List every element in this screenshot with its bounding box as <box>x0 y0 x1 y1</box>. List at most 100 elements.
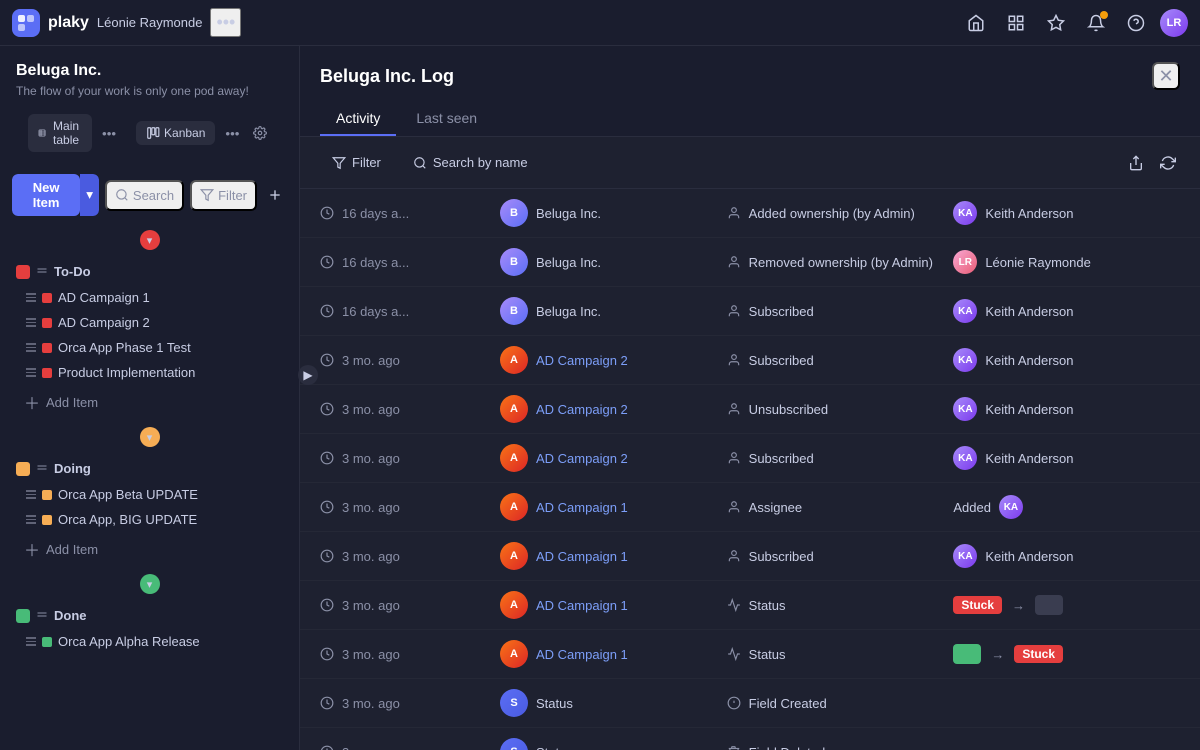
user-avatar-sm: LR <box>953 250 977 274</box>
panel-close-button[interactable]: ✕ <box>1152 62 1180 90</box>
item-color-indicator <box>42 343 52 353</box>
entity-name-link[interactable]: AD Campaign 2 <box>536 451 628 466</box>
settings-btn[interactable] <box>249 122 271 144</box>
log-row: 16 days a... B Beluga Inc. Subscribed KA… <box>300 287 1200 336</box>
list-item[interactable]: AD Campaign 1 <box>16 285 291 310</box>
entity-avatar: A <box>500 346 528 374</box>
notifications-icon-btn[interactable] <box>1080 7 1112 39</box>
log-filter-button[interactable]: Filter <box>320 149 393 176</box>
log-action: Field Deleted <box>727 745 954 750</box>
drag-handle-icon <box>26 515 36 524</box>
current-user-name: Léonie Raymonde <box>97 15 203 30</box>
item-color-indicator <box>42 318 52 328</box>
log-action: Subscribed <box>727 549 954 564</box>
log-user-status: Stuck → <box>953 595 1180 615</box>
log-action: Assignee <box>727 500 954 515</box>
sidebar-header: Beluga Inc. The flow of your work is onl… <box>0 46 299 168</box>
todo-group-header[interactable]: To-Do <box>8 258 291 285</box>
log-time: 16 days a... <box>320 304 500 319</box>
entity-name-link[interactable]: AD Campaign 1 <box>536 647 628 662</box>
main-table-more-btn[interactable]: ••• <box>98 122 120 145</box>
log-row: 16 days a... B Beluga Inc. Removed owner… <box>300 238 1200 287</box>
more-actions-btn[interactable] <box>263 183 287 207</box>
group-doing: ▾ Doing Orca App Beta UPDATE <box>8 423 291 566</box>
user-name: Keith Anderson <box>985 451 1073 466</box>
kanban-view-btn[interactable]: Kanban <box>136 121 215 145</box>
todo-group-name: To-Do <box>54 264 283 279</box>
user-avatar-sm: KA <box>953 348 977 372</box>
list-item[interactable]: Orca App, BIG UPDATE <box>16 507 291 532</box>
entity-avatar: A <box>500 395 528 423</box>
item-name: Product Implementation <box>58 365 195 380</box>
user-avatar-sm: KA <box>953 299 977 323</box>
workspace-name: Beluga Inc. <box>16 62 283 80</box>
main-table-view-btn[interactable]: Main table <box>28 114 92 152</box>
kanban-more-btn[interactable]: ••• <box>221 122 243 145</box>
done-group-name: Done <box>54 608 283 623</box>
todo-collapse-circle[interactable]: ▾ <box>140 230 160 250</box>
done-group-header[interactable]: Done <box>8 602 291 629</box>
log-time: 3 mo. ago <box>320 598 500 613</box>
panel-title: Beluga Inc. Log <box>320 66 454 87</box>
status-to-empty <box>1035 595 1063 615</box>
log-entity: A AD Campaign 1 <box>500 542 727 570</box>
log-time: 3 mo. ago <box>320 745 500 750</box>
filter-button[interactable]: Filter <box>190 180 257 211</box>
entity-name-link[interactable]: AD Campaign 2 <box>536 353 628 368</box>
time-value: 3 mo. ago <box>342 549 400 564</box>
entity-name-link[interactable]: AD Campaign 1 <box>536 549 628 564</box>
entity-avatar: A <box>500 542 528 570</box>
item-color-indicator <box>42 293 52 303</box>
log-user: KA Keith Anderson <box>953 201 1180 225</box>
tab-last-seen[interactable]: Last seen <box>400 102 493 136</box>
list-item[interactable]: Orca App Phase 1 Test <box>16 335 291 360</box>
entity-name-link[interactable]: AD Campaign 2 <box>536 402 628 417</box>
search-label: Search <box>133 188 174 203</box>
list-item[interactable]: Orca App Alpha Release <box>16 629 291 654</box>
action-text: Subscribed <box>749 451 814 466</box>
doing-add-item-row[interactable]: ＋ Add Item <box>16 532 291 566</box>
favorites-icon-btn[interactable] <box>1040 7 1072 39</box>
help-icon-btn[interactable] <box>1120 7 1152 39</box>
entity-name: Status <box>536 745 573 750</box>
doing-collapse-circle[interactable]: ▾ <box>140 427 160 447</box>
panel-header: Beluga Inc. Log ✕ Activity Last seen <box>300 46 1200 137</box>
search-button[interactable]: Search <box>105 180 184 211</box>
user-name: Keith Anderson <box>985 353 1073 368</box>
notification-dot <box>1100 11 1108 19</box>
new-item-button[interactable]: New Item <box>12 174 80 216</box>
add-item-label: Add Item <box>46 395 98 410</box>
list-item[interactable]: Product Implementation <box>16 360 291 385</box>
drag-handle-icon <box>26 318 36 327</box>
log-user-status: → Stuck <box>953 644 1180 664</box>
time-value: 3 mo. ago <box>342 402 400 417</box>
log-row: 3 mo. ago A AD Campaign 1 Assignee Added… <box>300 483 1200 532</box>
log-refresh-btn[interactable] <box>1156 151 1180 175</box>
list-item[interactable]: Orca App Beta UPDATE <box>16 482 291 507</box>
entity-name-link[interactable]: AD Campaign 1 <box>536 500 628 515</box>
apps-icon-btn[interactable] <box>1000 7 1032 39</box>
new-item-chevron-btn[interactable]: ▾ <box>80 174 99 216</box>
log-action: Subscribed <box>727 304 954 319</box>
log-action: Status <box>727 598 954 613</box>
log-user: Added KA <box>953 495 1180 519</box>
drag-handle-icon <box>26 490 36 499</box>
doing-group-header[interactable]: Doing <box>8 455 291 482</box>
item-name: Orca App Beta UPDATE <box>58 487 198 502</box>
entity-name-link[interactable]: AD Campaign 1 <box>536 598 628 613</box>
log-entity: A AD Campaign 2 <box>500 346 727 374</box>
log-share-btn[interactable] <box>1124 151 1148 175</box>
user-avatar[interactable]: LR <box>1160 9 1188 37</box>
action-text: Subscribed <box>749 353 814 368</box>
todo-add-item-row[interactable]: ＋ Add Item <box>16 385 291 419</box>
home-icon-btn[interactable] <box>960 7 992 39</box>
add-item-label: Add Item <box>46 542 98 557</box>
done-collapse-circle[interactable]: ▾ <box>140 574 160 594</box>
log-search-button[interactable]: Search by name <box>401 149 540 176</box>
app-more-button[interactable]: ••• <box>210 8 241 37</box>
item-color-indicator <box>42 368 52 378</box>
tab-activity[interactable]: Activity <box>320 102 396 136</box>
list-item[interactable]: AD Campaign 2 <box>16 310 291 335</box>
user-avatar-sm: KA <box>953 544 977 568</box>
log-user: KA Keith Anderson <box>953 299 1180 323</box>
